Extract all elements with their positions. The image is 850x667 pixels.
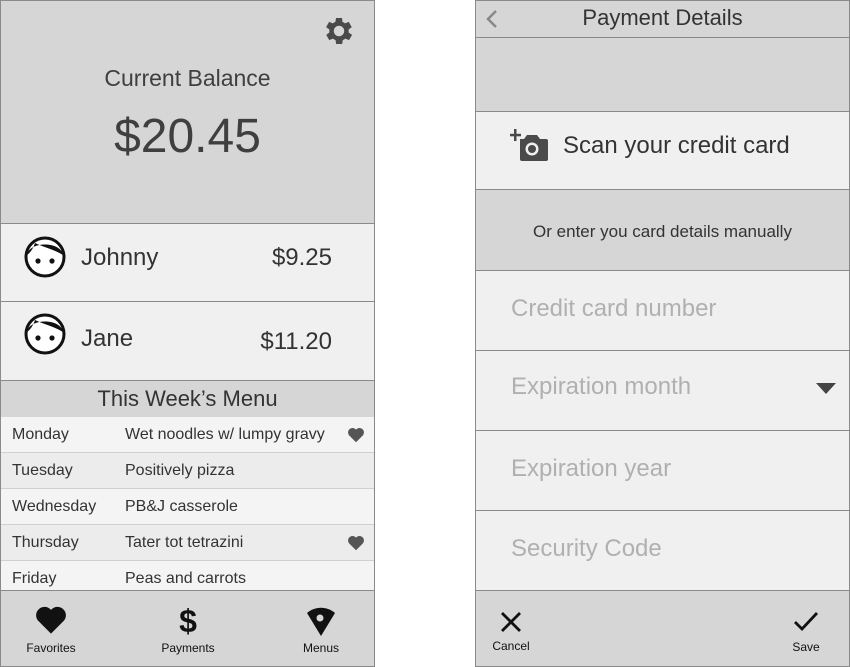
heart-icon[interactable] <box>347 427 365 443</box>
tab-menus[interactable]: Menus <box>271 591 371 666</box>
tab-label: Payments <box>161 641 215 655</box>
cancel-label: Cancel <box>492 639 530 653</box>
menu-row[interactable]: Wednesday PB&J casserole <box>1 489 374 525</box>
menu-day: Monday <box>12 426 69 443</box>
child-balance: $9.25 <box>271 244 332 271</box>
header-bar: Payment Details <box>476 1 849 38</box>
menu-dish: Tater tot tetrazini <box>125 534 244 551</box>
expiration-year-placeholder: Expiration year <box>511 455 672 482</box>
menu-day: Tuesday <box>12 462 73 479</box>
manual-entry-label: Or enter you card details manually <box>533 222 792 241</box>
save-button[interactable]: Save <box>776 591 836 666</box>
save-label: Save <box>792 640 820 654</box>
menu-dish: Peas and carrots <box>125 570 246 587</box>
action-bar: Cancel Save <box>476 590 849 666</box>
dropdown-arrow-icon <box>816 383 836 394</box>
child-row-johnny[interactable]: Johnny $9.25 <box>1 224 374 301</box>
gear-icon[interactable] <box>321 13 357 49</box>
expiration-month-placeholder: Expiration month <box>511 373 692 400</box>
menu-day: Wednesday <box>12 498 97 515</box>
menu-day: Thursday <box>12 534 79 551</box>
menu-dish: Positively pizza <box>125 462 235 479</box>
menu-row[interactable]: Tuesday Positively pizza <box>1 453 374 489</box>
child-name: Jane <box>81 325 134 352</box>
tab-payments[interactable]: $ Payments <box>138 591 238 666</box>
page-title: Payment Details <box>582 5 743 30</box>
tab-label: Menus <box>302 641 340 655</box>
add-photo-icon <box>510 129 548 161</box>
child-face-icon <box>24 236 66 278</box>
balance-screen: Current Balance $20.45 Johnny $9.25 Jane… <box>0 0 375 667</box>
cancel-button[interactable]: Cancel <box>481 591 541 666</box>
expiration-month-select[interactable]: Expiration month <box>476 351 849 430</box>
balance-amount: $20.45 <box>114 110 261 163</box>
dollar-icon: $ <box>179 603 197 637</box>
menu-row[interactable]: Monday Wet noodles w/ lumpy gravy <box>1 417 374 453</box>
svg-text:$: $ <box>179 603 197 637</box>
card-number-placeholder: Credit card number <box>511 295 717 322</box>
check-icon <box>794 612 819 632</box>
expiration-year-field[interactable]: Expiration year <box>476 431 849 510</box>
manual-entry-panel: Or enter you card details manually <box>476 190 849 270</box>
scan-card-label: Scan your credit card <box>563 132 790 159</box>
heart-icon <box>36 606 66 634</box>
menu-title: This Week’s Menu <box>1 381 374 417</box>
menu-dish: Wet noodles w/ lumpy gravy <box>125 426 325 443</box>
close-icon <box>501 612 521 632</box>
blank-panel <box>476 38 849 111</box>
child-balance: $11.20 <box>260 328 332 355</box>
menu-row[interactable]: Thursday Tater tot tetrazini <box>1 525 374 561</box>
menu-day: Friday <box>12 570 57 587</box>
tab-bar: Favorites $ Payments Menus <box>1 590 374 666</box>
balance-label: Current Balance <box>104 65 271 91</box>
scan-card-button[interactable]: Scan your credit card <box>476 112 849 189</box>
child-name: Johnny <box>81 244 159 271</box>
heart-icon[interactable] <box>347 535 365 551</box>
security-code-field[interactable]: Security Code <box>476 511 849 590</box>
tab-favorites[interactable]: Favorites <box>1 591 101 666</box>
child-face-icon <box>24 313 66 355</box>
pizza-icon <box>307 607 335 636</box>
menu-dish: PB&J casserole <box>125 498 238 515</box>
security-code-placeholder: Security Code <box>511 535 662 562</box>
card-number-field[interactable]: Credit card number <box>476 271 849 350</box>
payment-details-screen: Payment Details Scan your credit card Or… <box>475 0 850 667</box>
tab-label: Favorites <box>26 641 76 655</box>
child-row-jane[interactable]: Jane $11.20 <box>1 302 374 380</box>
balance-header: Current Balance $20.45 <box>1 1 374 223</box>
